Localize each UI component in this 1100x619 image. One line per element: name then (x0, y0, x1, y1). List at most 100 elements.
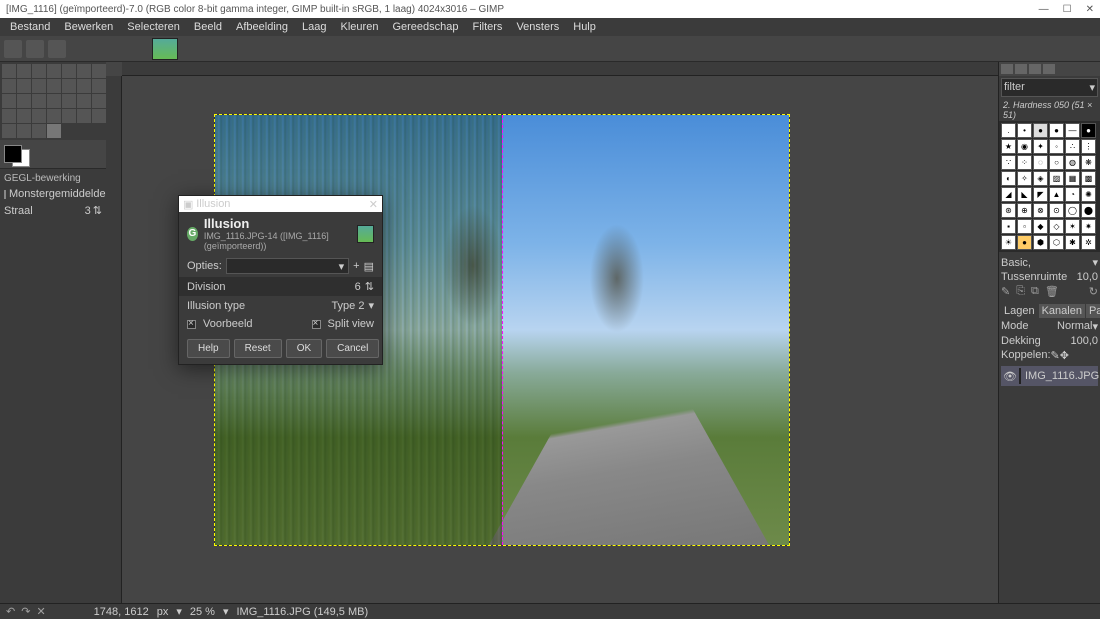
image-tab-thumb[interactable] (152, 38, 178, 60)
tool-picker[interactable] (32, 79, 46, 93)
tool-rect-select[interactable] (17, 64, 31, 78)
brush-item[interactable]: ∴ (1065, 139, 1080, 154)
chevron-down-icon[interactable]: ▾ (368, 299, 374, 312)
radius-value[interactable]: 3 (85, 205, 91, 217)
brush-item[interactable]: ⊙ (1049, 203, 1064, 218)
brush-item[interactable]: ▫ (1017, 219, 1032, 234)
brush-item[interactable]: ∵ (1001, 155, 1016, 170)
brush-item[interactable]: ◦ (1049, 139, 1064, 154)
close-button[interactable]: ✕ (1086, 4, 1094, 15)
tab-layers[interactable]: Lagen (1001, 304, 1038, 318)
help-button[interactable]: Help (187, 339, 230, 358)
tab-paths[interactable]: Paden (1086, 304, 1100, 318)
menu-hulp[interactable]: Hulp (567, 19, 602, 35)
brush-item[interactable]: ✦ (1033, 139, 1048, 154)
menu-afbeelding[interactable]: Afbeelding (230, 19, 294, 35)
tab-channels[interactable]: Kanalen (1039, 304, 1085, 318)
brush-item[interactable]: ◉ (1017, 139, 1032, 154)
brush-item[interactable]: ⊕ (1017, 203, 1032, 218)
tool-perspective[interactable] (32, 94, 46, 108)
tool-ink[interactable] (77, 109, 91, 123)
chevron-down-icon[interactable]: ▾ (176, 605, 182, 618)
color-swatches[interactable] (0, 140, 106, 168)
preset-label[interactable]: Basic, (1001, 257, 1031, 269)
undo-icon[interactable]: ↶ (6, 605, 15, 618)
menu-vensters[interactable]: Vensters (510, 19, 565, 35)
brush-item[interactable]: ● (1081, 123, 1096, 138)
tool-pencil[interactable] (17, 109, 31, 123)
brush-item[interactable]: ★ (1001, 139, 1016, 154)
dialog-titlebar[interactable]: ▣ Illusion ✕ (179, 196, 382, 212)
brush-item[interactable]: ✱ (1065, 235, 1080, 250)
reset-button[interactable]: Reset (234, 339, 282, 358)
tool-eraser[interactable] (47, 109, 61, 123)
edit-brush-icon[interactable]: ✎ (1001, 285, 1010, 298)
brush-item[interactable]: ⬢ (1033, 235, 1048, 250)
minimize-button[interactable]: — (1039, 4, 1049, 15)
tool-bucket[interactable] (92, 94, 106, 108)
options-combo[interactable]: ▾ (226, 258, 349, 274)
brush-item[interactable]: ✶ (1065, 219, 1080, 234)
brush-item[interactable]: ⬤ (1081, 203, 1096, 218)
tool-measure[interactable] (47, 79, 61, 93)
brush-item[interactable]: ◆ (1033, 219, 1048, 234)
tool-rotate[interactable] (92, 79, 106, 93)
mode-value[interactable]: Normal (1057, 320, 1092, 333)
brush-item[interactable]: ◢ (1001, 187, 1016, 202)
brush-item[interactable]: ● (1033, 123, 1048, 138)
split-checkbox[interactable] (312, 320, 321, 329)
brush-item[interactable]: ◇ (1049, 219, 1064, 234)
brush-item[interactable]: ▲ (1049, 187, 1064, 202)
tool-fuzzy-select[interactable] (62, 64, 76, 78)
tool-text[interactable] (77, 94, 91, 108)
ruler-vertical[interactable] (106, 76, 122, 603)
del-brush-icon[interactable]: 🗑 (1045, 285, 1059, 298)
brush-item[interactable]: ◍ (1065, 155, 1080, 170)
menu-filters[interactable]: Filters (466, 19, 508, 35)
brush-item[interactable]: ◤ (1033, 187, 1048, 202)
brush-item[interactable]: ● (1017, 235, 1032, 250)
brush-item[interactable]: ⁘ (1017, 155, 1032, 170)
tool-move[interactable] (2, 64, 16, 78)
split-preview-line[interactable] (502, 115, 503, 545)
brush-filter[interactable]: filter▾ (1001, 78, 1098, 97)
zoom-level[interactable]: 25 % (190, 606, 215, 618)
brush-item[interactable]: ☀ (1001, 235, 1016, 250)
avg-checkbox[interactable] (4, 190, 6, 199)
opacity-value[interactable]: 100,0 (1070, 335, 1098, 347)
menu-kleuren[interactable]: Kleuren (335, 19, 385, 35)
tool-zoom[interactable] (62, 79, 76, 93)
menu-laag[interactable]: Laag (296, 19, 332, 35)
tool-cage[interactable] (62, 94, 76, 108)
brush-item[interactable]: ◈ (1033, 171, 1048, 186)
tool-heal[interactable] (2, 124, 16, 138)
menu-icon[interactable]: ▤ (364, 260, 374, 273)
menu-beeld[interactable]: Beeld (188, 19, 228, 35)
type-value[interactable]: Type 2 (331, 300, 364, 312)
brush-item[interactable]: ◌ (1033, 155, 1048, 170)
ruler-horizontal[interactable] (122, 62, 998, 76)
layer-item[interactable]: 👁 IMG_1116.JPG (1001, 366, 1098, 386)
brush-item[interactable]: ✲ (1081, 235, 1096, 250)
tab-patterns[interactable] (1015, 64, 1027, 74)
tool-gegl[interactable] (47, 124, 61, 138)
menu-bestand[interactable]: Bestand (4, 19, 56, 35)
brush-item[interactable]: ● (1049, 123, 1064, 138)
brush-item[interactable]: ◣ (1017, 187, 1032, 202)
menu-gereedschap[interactable]: Gereedschap (386, 19, 464, 35)
brush-item[interactable]: ▦ (1065, 171, 1080, 186)
tool-brush[interactable] (32, 109, 46, 123)
maximize-button[interactable]: ☐ (1063, 4, 1072, 15)
tool-free-select[interactable] (47, 64, 61, 78)
brush-item[interactable]: ▩ (1081, 171, 1096, 186)
new-brush-icon[interactable]: ⎘ (1016, 285, 1025, 298)
tool-dodge[interactable] (32, 124, 46, 138)
brush-item[interactable]: ❋ (1081, 155, 1096, 170)
redo-icon[interactable]: ↷ (21, 605, 30, 618)
visibility-icon[interactable]: 👁 (1003, 370, 1015, 383)
fg-color[interactable] (4, 145, 22, 163)
tab-brushes[interactable] (1001, 64, 1013, 74)
spacing-value[interactable]: 10,0 (1077, 271, 1098, 283)
refresh-brush-icon[interactable]: ↻ (1089, 285, 1098, 298)
brush-item[interactable]: • (1017, 123, 1032, 138)
